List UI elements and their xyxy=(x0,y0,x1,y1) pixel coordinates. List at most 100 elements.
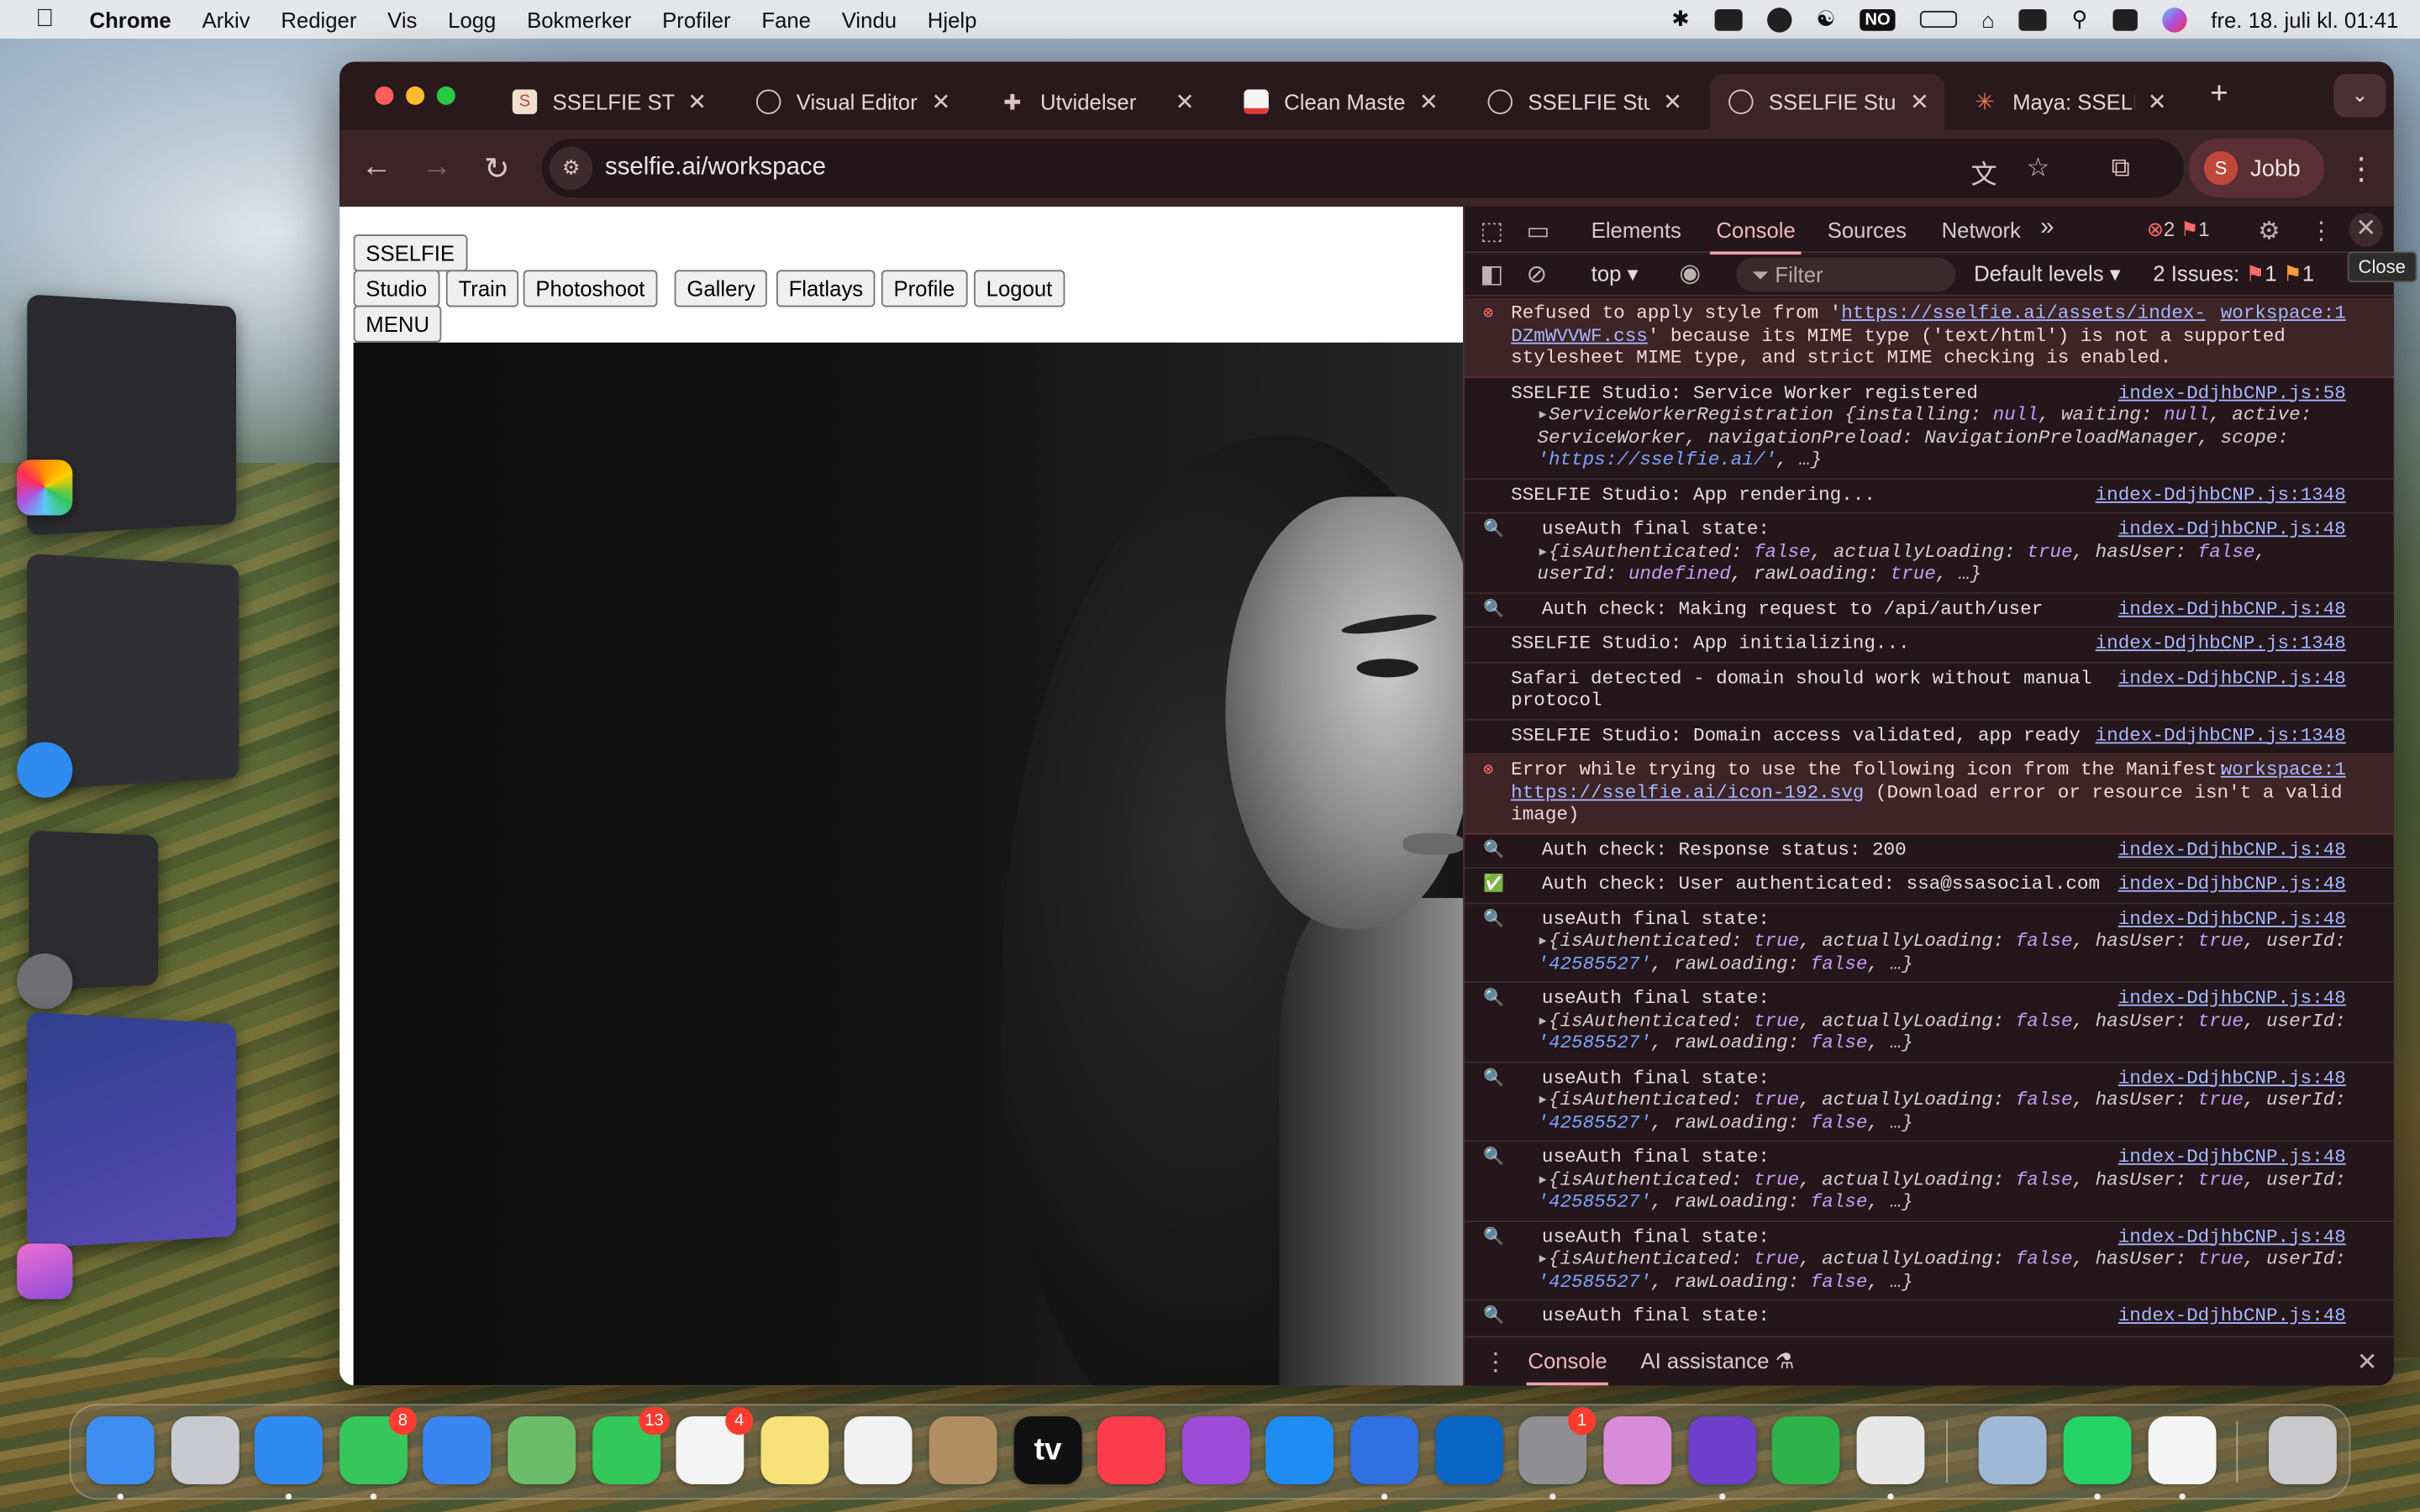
console-message[interactable]: index-DdjhbCNP.js:1348 SSELFIE Studio: Ap… xyxy=(1465,628,2394,663)
notes-icon[interactable] xyxy=(760,1416,829,1484)
message-source-link[interactable]: index-DdjhbCNP.js:48 xyxy=(2118,518,2346,541)
message-source-link[interactable]: index-DdjhbCNP.js:58 xyxy=(2118,382,2346,405)
tab-sselfie-active[interactable]: SSELFIE Stud ✕ xyxy=(1710,74,1945,130)
tab-clean-master[interactable]: Clean Master ✕ xyxy=(1225,74,1454,129)
outlook-icon[interactable] xyxy=(1435,1416,1503,1484)
freeform-icon[interactable] xyxy=(844,1416,913,1484)
console-message[interactable]: ✅ index-DdjhbCNP.js:48 Auth check: User au… xyxy=(1465,869,2394,904)
close-window-button[interactable] xyxy=(375,86,394,105)
menu-logg[interactable]: Logg xyxy=(448,7,496,31)
bookmark-star-icon[interactable]: ☆ xyxy=(2027,153,2050,184)
nav-gallery-button[interactable]: Gallery xyxy=(674,270,768,307)
expand-triangle-icon[interactable]: ▸ xyxy=(1537,931,1549,953)
blue-cube-app-icon[interactable] xyxy=(1350,1416,1418,1484)
settings-gear-icon[interactable]: ⚙ xyxy=(2258,216,2280,247)
close-tab-icon[interactable]: ✕ xyxy=(1419,88,1439,116)
wifi-icon[interactable]: ⌂ xyxy=(1981,7,1995,31)
minimize-window-button[interactable] xyxy=(406,86,425,105)
menu-app-name[interactable]: Chrome xyxy=(90,7,171,31)
menu-vindu[interactable]: Vindu xyxy=(842,7,897,31)
message-url-link[interactable]: https://sselfie.ai/assets/index-DZmWVVWF… xyxy=(1511,302,2206,346)
object-preview[interactable]: ▸{isAuthenticated: false, actuallyLoadin… xyxy=(1511,541,2349,585)
message-source-link[interactable]: index-DdjhbCNP.js:48 xyxy=(2118,838,2346,861)
menubar-clock[interactable]: fre. 18. juli kl. 01:41 xyxy=(2211,7,2398,31)
console-message[interactable]: 🔍 index-DdjhbCNP.js:48 useAuth final state… xyxy=(1465,983,2394,1063)
expand-triangle-icon[interactable]: ▸ xyxy=(1537,1248,1549,1270)
message-source-link[interactable]: index-DdjhbCNP.js:1348 xyxy=(2096,724,2346,747)
system-settings-icon[interactable]: 1 xyxy=(1518,1407,1597,1484)
message-source-link[interactable]: workspace:1 xyxy=(2221,302,2346,325)
close-tab-icon[interactable]: ✕ xyxy=(931,88,950,116)
console-message[interactable]: 🔍 index-DdjhbCNP.js:48 Auth check: Making … xyxy=(1465,593,2394,628)
control-center-icon[interactable] xyxy=(2112,8,2138,30)
inspect-element-icon[interactable]: ⬚ xyxy=(1480,216,1503,247)
stage-manager-cleanmymac-window[interactable] xyxy=(27,1011,237,1249)
message-source-link[interactable]: index-DdjhbCNP.js:1348 xyxy=(2096,484,2346,507)
imac-app-icon[interactable] xyxy=(1603,1416,1672,1484)
object-preview[interactable]: ▸{isAuthenticated: true, actuallyLoading… xyxy=(1511,1248,2349,1293)
grammarly-icon[interactable] xyxy=(1766,7,1792,32)
address-bar[interactable]: ⚙ sselfie.ai/workspace 文 ☆ ⧉ xyxy=(541,139,2184,198)
devtools-tab-console[interactable]: Console xyxy=(1710,218,1802,255)
close-devtools-icon[interactable]: ✕ xyxy=(2349,213,2383,247)
console-message[interactable]: 🔍 index-DdjhbCNP.js:48 useAuth final state… xyxy=(1465,1300,2394,1331)
context-selector[interactable]: top ▾ xyxy=(1591,260,1639,286)
nav-flatlays-button[interactable]: Flatlays xyxy=(776,270,876,307)
object-preview[interactable]: ▸{isAuthenticated: true, actuallyLoading… xyxy=(1511,1168,2349,1213)
chrome-icon[interactable] xyxy=(1856,1416,1925,1484)
expand-triangle-icon[interactable]: ▸ xyxy=(1537,1168,1549,1190)
expand-triangle-icon[interactable]: ▸ xyxy=(1537,1089,1549,1111)
message-source-link[interactable]: index-DdjhbCNP.js:48 xyxy=(2118,988,2346,1011)
close-tab-icon[interactable]: ✕ xyxy=(687,88,707,116)
message-source-link[interactable]: index-DdjhbCNP.js:48 xyxy=(2118,1226,2346,1248)
back-button[interactable]: ← xyxy=(358,150,395,185)
new-tab-button[interactable]: + xyxy=(2210,77,2228,113)
menu-bokmerker[interactable]: Bokmerker xyxy=(527,7,631,31)
drawer-tab-console[interactable]: Console xyxy=(1526,1348,1609,1386)
nav-photoshoot-button[interactable]: Photoshoot xyxy=(523,270,658,307)
message-source-link[interactable]: index-DdjhbCNP.js:48 xyxy=(2118,1147,2346,1169)
close-tab-icon[interactable]: ✕ xyxy=(1663,88,1682,116)
devtools-tab-sources[interactable]: Sources xyxy=(1828,218,1907,242)
message-source-link[interactable]: workspace:1 xyxy=(2221,759,2346,782)
tab-visual-editor[interactable]: Visual Editor ✕ xyxy=(738,74,966,129)
mail-icon[interactable] xyxy=(423,1416,492,1484)
numbers-icon[interactable] xyxy=(1771,1416,1840,1484)
object-preview[interactable]: ▸ServiceWorkerRegistration {installing: … xyxy=(1511,404,2349,471)
sidebar-toggle-icon[interactable]: ◧ xyxy=(1480,260,1503,291)
battery-icon[interactable] xyxy=(1919,10,1957,29)
console-message[interactable]: 🔍 index-DdjhbCNP.js:48 useAuth final state… xyxy=(1465,903,2394,984)
app-store-icon[interactable] xyxy=(1265,1416,1334,1484)
github-icon[interactable] xyxy=(1688,1416,1757,1484)
tab-maya[interactable]: ✳ Maya: SSELF ✕ xyxy=(1954,74,2182,129)
bluetooth-icon[interactable]: ✱ xyxy=(1671,6,1690,32)
object-preview[interactable]: ▸{isAuthenticated: true, actuallyLoading… xyxy=(1511,1010,2349,1054)
tab-search-button[interactable]: ⌄ xyxy=(2333,74,2386,118)
console-message[interactable]: 🔍 index-DdjhbCNP.js:48 useAuth final state… xyxy=(1465,514,2394,594)
console-message[interactable]: 🔍 index-DdjhbCNP.js:48 Auth check: Respons… xyxy=(1465,834,2394,869)
extensions-icon[interactable]: ⧉ xyxy=(2112,153,2130,184)
translate-icon[interactable]: 文 xyxy=(1971,153,1997,192)
nav-logout-button[interactable]: Logout xyxy=(973,270,1065,307)
photos-icon[interactable] xyxy=(2148,1416,2217,1484)
console-filter-input[interactable]: ⏷ Filter xyxy=(1736,257,1956,292)
menu-vis[interactable]: Vis xyxy=(387,7,417,31)
url-text[interactable]: sselfie.ai/workspace xyxy=(605,155,826,182)
console-message[interactable]: 🔍 index-DdjhbCNP.js:48 useAuth final state… xyxy=(1465,1221,2394,1301)
safari-icon[interactable] xyxy=(255,1416,323,1484)
menu-rediger[interactable]: Rediger xyxy=(281,7,356,31)
tab-sselfie-2[interactable]: SSELFIE Stud ✕ xyxy=(1470,74,1698,129)
nav-profile-button[interactable]: Profile xyxy=(881,270,968,307)
whatsapp-icon[interactable] xyxy=(2063,1416,2132,1484)
reload-button[interactable]: ↻ xyxy=(478,150,515,188)
menu-arkiv[interactable]: Arkiv xyxy=(202,7,250,31)
console-message[interactable]: ⊗ workspace:1 Refused to apply style from … xyxy=(1465,297,2394,378)
trash-icon[interactable] xyxy=(2269,1416,2337,1484)
object-preview[interactable]: ▸{isAuthenticated: true, actuallyLoading… xyxy=(1511,1089,2349,1134)
devtools-tab-network[interactable]: Network xyxy=(1942,218,2021,242)
console-message[interactable]: index-DdjhbCNP.js:48 Safari detected - do… xyxy=(1465,663,2394,720)
console-log[interactable]: ⊗ workspace:1 Refused to apply style from … xyxy=(1465,297,2394,1331)
nav-train-button[interactable]: Train xyxy=(445,270,519,307)
message-url-link[interactable]: https://sselfie.ai/icon-192.svg xyxy=(1511,781,1864,803)
close-drawer-icon[interactable]: ✕ xyxy=(2357,1347,2378,1378)
